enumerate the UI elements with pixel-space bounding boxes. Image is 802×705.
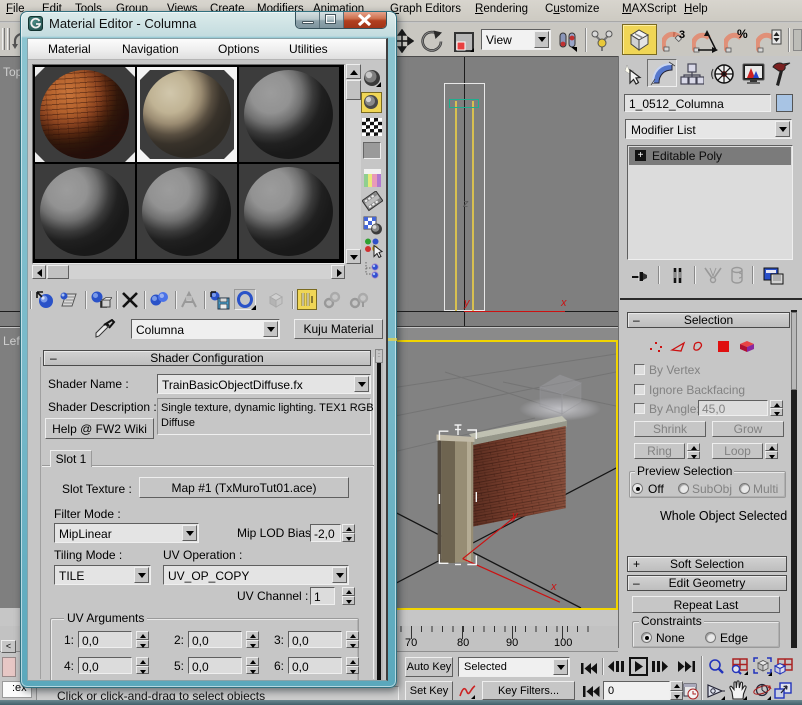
svg-text:3: 3 <box>679 29 685 41</box>
svg-text:x: x <box>550 581 557 593</box>
svg-text:%: % <box>737 28 748 41</box>
